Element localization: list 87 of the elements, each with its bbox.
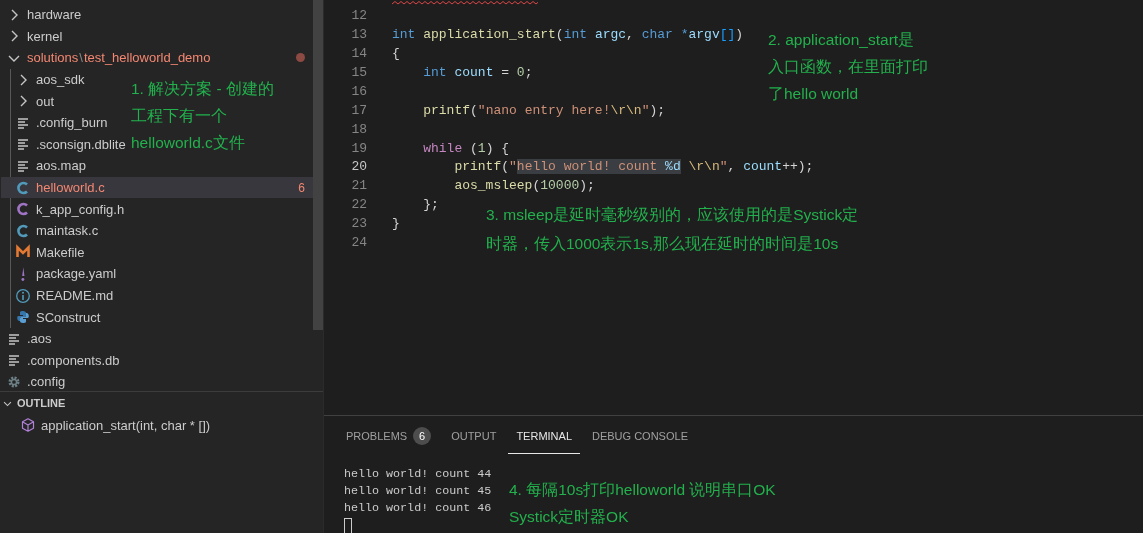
file-name: maintask.c (36, 223, 99, 239)
annotation-text: 3. msleep是延时毫秒级别的，应该使用的是Systick定 时器，传入1000表示1s,那么现在延时的时间是10s (486, 205, 859, 254)
annotation-text: 2. application_start是 入口函数，在里面打印 了hello world (768, 30, 928, 104)
file-name: solutions (27, 50, 79, 66)
file-name: package.yaml (36, 266, 117, 282)
code-line: printf("nano entry here!\r\n"); (422, 102, 666, 118)
panel-tab[interactable]: TERMINAL (508, 418, 580, 454)
tree-item[interactable]: helloworld.c 6 (1, 176, 313, 199)
file-name: aos.map (36, 158, 86, 174)
file-name: aos_sdk (36, 72, 85, 88)
line-number: 14 (350, 45, 367, 61)
exclamation-icon (21, 266, 25, 281)
problem-count: 6 (298, 180, 305, 195)
tree-item[interactable]: k_app_config.h (1, 198, 130, 220)
lines-icon (15, 136, 31, 153)
panel-tab[interactable]: PROBLEMS 6 (338, 418, 440, 454)
file-name: helloworld.c (36, 180, 105, 196)
file-name: Makefile (36, 244, 85, 260)
terminal-cursor (344, 518, 352, 533)
tree-item[interactable]: SConstruct (1, 306, 106, 328)
c-letter-icon (15, 179, 31, 196)
tree-item[interactable]: .sconsign.dblite (1, 133, 131, 156)
panel-tab[interactable]: DEBUG CONSOLE (584, 418, 696, 454)
tree-item[interactable]: hardware (0, 4, 87, 26)
file-name: kernel (27, 28, 63, 44)
file-name: hardware (27, 7, 82, 23)
code-line: int count = 0; (422, 64, 533, 80)
file-name: .aos (27, 331, 52, 347)
folder-name: test_helloworld_demo (83, 50, 211, 66)
tree-item[interactable]: .aos (0, 327, 57, 350)
tree-item[interactable]: out (1, 90, 60, 112)
c-letter-icon (15, 201, 31, 218)
tree-item[interactable]: package.yaml (1, 263, 122, 285)
line-number: 24 (350, 235, 367, 251)
file-name: SConstruct (36, 309, 101, 325)
annotation-text: 1. 解决方案 - 创建的 工程下有一个 helloworld.c文件 (131, 79, 274, 153)
code-line: { (392, 45, 400, 61)
line-number: 21 (350, 178, 367, 194)
terminal-line: hello world! count 46 (344, 500, 492, 517)
file-name: .sconsign.dblite (36, 136, 126, 152)
line-number: 12 (350, 7, 367, 23)
line-number: 16 (350, 83, 367, 99)
scrollbar-thumb[interactable] (313, 0, 323, 330)
line-number: 23 (350, 216, 367, 232)
tree-item[interactable]: Makefile (1, 241, 90, 264)
section-title: OUTLINE (17, 397, 66, 409)
python-icon (15, 309, 31, 326)
tree-item[interactable]: maintask.c (1, 219, 104, 242)
file-name: out (36, 93, 55, 109)
file-name: .components.db (27, 352, 120, 368)
tree-item[interactable]: .config_burn (1, 111, 113, 134)
lines-icon (6, 352, 22, 369)
outline-label: application_start(int, char * []) (41, 417, 211, 433)
code-line: }; (422, 197, 439, 213)
cube-icon (20, 417, 36, 433)
line-number: 15 (350, 64, 367, 80)
file-name: .config (27, 374, 66, 390)
tree-item[interactable]: kernel (0, 25, 68, 48)
code-line: while (1) { (422, 140, 510, 156)
tree-item[interactable]: .config (0, 371, 71, 393)
code-line: } (392, 216, 400, 232)
line-number: 22 (350, 197, 367, 213)
code-line: aos_msleep(10000); (453, 178, 595, 194)
panel-tab[interactable]: OUTPUT (443, 418, 505, 454)
file-name: .config_burn (36, 115, 108, 131)
line-number: 19 (350, 140, 367, 156)
line-number: 17 (350, 102, 367, 118)
outline-item[interactable]: application_start(int, char * []) (0, 414, 323, 436)
tree-item[interactable]: README.md (1, 284, 119, 307)
tree-item[interactable]: .components.db (0, 349, 125, 372)
line-number: 13 (350, 26, 367, 42)
annotation-text: 4. 每隔10s打印helloworld 说明串口OK Systick定时器OK (509, 480, 776, 527)
line-number: 20 (350, 159, 367, 175)
code-line: printf("hello world! count %d \r\n", count++); (453, 159, 814, 175)
line-number: 18 (350, 121, 367, 137)
info-icon (15, 287, 31, 304)
c-letter-icon (15, 222, 31, 239)
terminal-line: hello world! count 45 (344, 483, 492, 500)
terminal-line: hello world! count 44 (344, 466, 492, 483)
file-name: k_app_config.h (36, 201, 125, 217)
tree-item[interactable]: solutions\test_helloworld_demo (0, 47, 313, 69)
file-name: README.md (36, 288, 114, 303)
outline-header[interactable]: OUTLINE (0, 392, 323, 414)
path-separator: \ (79, 50, 83, 66)
tree-item[interactable]: aos.map (1, 155, 91, 177)
tree-item[interactable]: aos_sdk (1, 68, 90, 91)
code-line: int application_start(int argc, char *argv[]) (392, 26, 744, 42)
